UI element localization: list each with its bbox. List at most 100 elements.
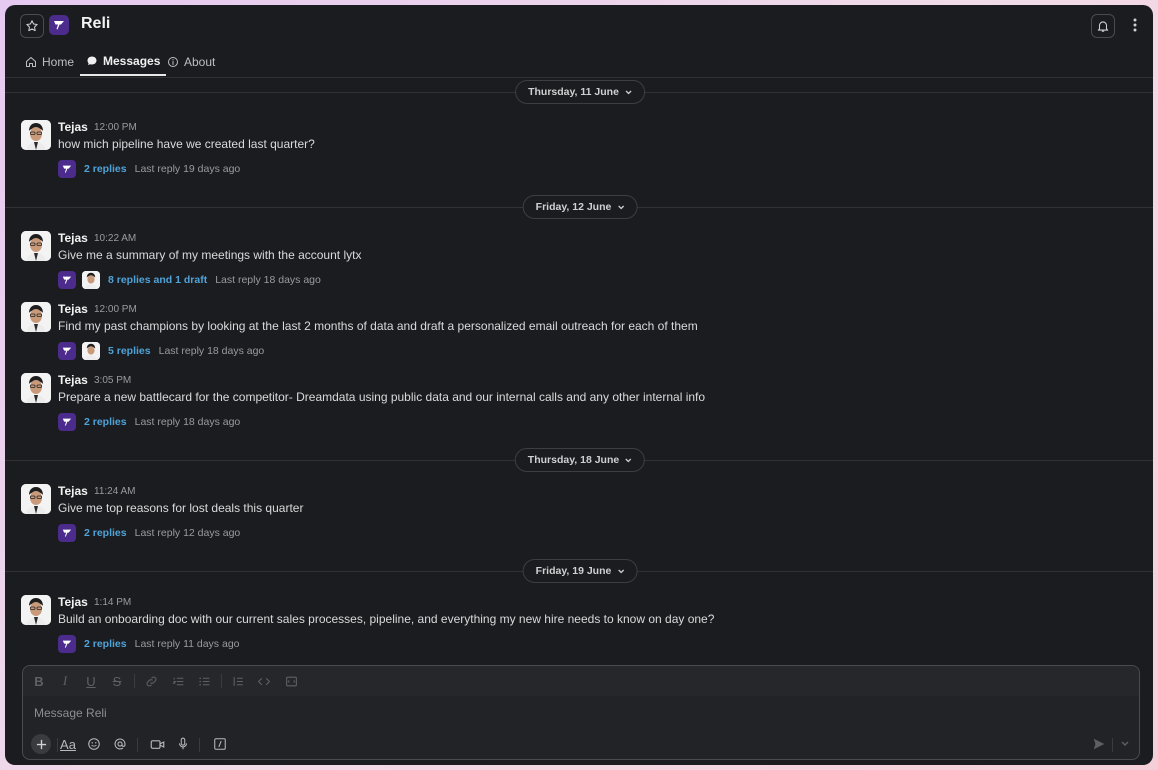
ordered-list-icon[interactable] (170, 673, 186, 689)
avatar[interactable] (21, 595, 51, 625)
message-composer[interactable]: B I U S Message Reli Aa (22, 665, 1140, 760)
message-time: 12:00 PM (94, 122, 137, 133)
reli-logo-icon (49, 15, 69, 35)
message-time: 10:22 AM (94, 233, 137, 244)
link-icon[interactable] (143, 673, 159, 689)
replies-link[interactable]: 2 replies (84, 638, 127, 650)
date-label: Thursday, 11 June (528, 86, 619, 98)
reli-avatar-icon (58, 635, 76, 653)
date-label: Friday, 12 June (535, 201, 612, 213)
date-divider: Friday, 19 June (5, 559, 1153, 583)
bulleted-list-icon[interactable] (196, 673, 212, 689)
underline-icon[interactable]: U (83, 673, 99, 689)
message-text: Build an onboarding doc with our current… (58, 612, 715, 626)
thread-summary[interactable]: 2 replies Last reply 12 days ago (58, 523, 240, 543)
thread-summary[interactable]: 8 replies and 1 draft Last reply 18 days… (58, 270, 321, 290)
avatar[interactable] (21, 302, 51, 332)
thread-summary[interactable]: 2 replies Last reply 19 days ago (58, 159, 240, 179)
author-name[interactable]: Tejas (58, 373, 88, 387)
message-text: how mich pipeline have we created last q… (58, 137, 315, 151)
tab-label: Messages (103, 53, 161, 68)
send-icon[interactable] (1089, 734, 1109, 754)
message-icon (87, 56, 97, 65)
app-window: Reli Home Messages About Thursday, 11 Ju… (5, 5, 1153, 765)
avatar[interactable] (21, 120, 51, 150)
message-item[interactable]: Tejas 10:22 AM Give me a summary of my m… (21, 231, 1141, 293)
thread-summary[interactable]: 2 replies Last reply 11 days ago (58, 634, 240, 654)
date-pill[interactable]: Thursday, 11 June (515, 80, 645, 104)
bold-icon[interactable]: B (31, 673, 47, 689)
message-text: Give me a summary of my meetings with th… (58, 248, 362, 262)
author-name[interactable]: Tejas (58, 231, 88, 245)
reli-avatar-icon (58, 524, 76, 542)
code-block-icon[interactable] (283, 673, 299, 689)
slash-command-icon[interactable] (210, 734, 230, 754)
home-icon (26, 56, 36, 67)
microphone-icon[interactable] (173, 734, 193, 754)
last-reply: Last reply 11 days ago (134, 638, 240, 650)
message-time: 12:00 PM (94, 304, 137, 315)
date-divider: Thursday, 11 June (5, 80, 1153, 104)
avatar[interactable] (21, 484, 51, 514)
reli-avatar-icon (58, 342, 76, 360)
thread-summary[interactable]: 2 replies Last reply 18 days ago (58, 412, 240, 432)
text-format-icon[interactable]: Aa (58, 734, 78, 754)
author-name[interactable]: Tejas (58, 302, 88, 316)
chevron-down-icon (625, 90, 632, 94)
code-icon[interactable] (256, 673, 272, 689)
avatar[interactable] (21, 373, 51, 403)
mention-icon[interactable] (110, 734, 130, 754)
chevron-down-icon (617, 205, 624, 209)
message-input[interactable]: Message Reli (34, 706, 107, 720)
emoji-icon[interactable] (84, 734, 104, 754)
composer-tools: Aa (23, 734, 1139, 758)
message-item[interactable]: Tejas 12:00 PM Find my past champions by… (21, 302, 1141, 364)
author-name[interactable]: Tejas (58, 595, 88, 609)
plus-icon[interactable] (31, 734, 51, 754)
blockquote-icon[interactable] (230, 673, 246, 689)
reli-avatar-icon (58, 271, 76, 289)
reli-avatar-icon (58, 160, 76, 178)
date-pill[interactable]: Friday, 12 June (522, 195, 638, 219)
message-item[interactable]: Tejas 1:14 PM Build an onboarding doc wi… (21, 595, 1141, 657)
tab-label: About (184, 54, 216, 69)
replies-link[interactable]: 2 replies (84, 163, 127, 175)
star-button[interactable] (20, 14, 44, 38)
message-time: 3:05 PM (94, 375, 132, 386)
replies-link[interactable]: 8 replies and 1 draft (108, 274, 207, 286)
info-icon (168, 56, 178, 67)
avatar[interactable] (21, 231, 51, 261)
chevron-down-icon (625, 458, 632, 462)
message-item[interactable]: Tejas 12:00 PM how mich pipeline have we… (21, 120, 1141, 182)
thread-summary[interactable]: 5 replies Last reply 18 days ago (58, 341, 264, 361)
date-divider: Friday, 12 June (5, 195, 1153, 219)
replies-link[interactable]: 2 replies (84, 416, 127, 428)
message-list: Thursday, 11 June Tejas 12:00 PM how mic… (5, 77, 1153, 662)
message-item[interactable]: Tejas 3:05 PM Prepare a new battlecard f… (21, 373, 1141, 435)
last-reply: Last reply 18 days ago (215, 274, 321, 286)
author-name[interactable]: Tejas (58, 120, 88, 134)
tab-home[interactable]: Home (25, 47, 74, 76)
tab-label: Home (42, 54, 75, 69)
send-options-chevron-icon[interactable] (1115, 734, 1135, 754)
date-pill[interactable]: Friday, 19 June (522, 559, 638, 583)
italic-icon[interactable]: I (57, 673, 73, 689)
video-icon[interactable] (147, 734, 167, 754)
app-title: Reli (81, 15, 111, 32)
notifications-button[interactable] (1091, 14, 1115, 38)
replies-link[interactable]: 2 replies (84, 527, 127, 539)
date-pill[interactable]: Thursday, 18 June (514, 448, 646, 472)
last-reply: Last reply 12 days ago (134, 527, 241, 539)
last-reply: Last reply 18 days ago (134, 416, 241, 428)
tab-about[interactable]: About (167, 47, 215, 76)
replies-link[interactable]: 5 replies (108, 345, 151, 357)
tab-messages[interactable]: Messages (80, 47, 167, 76)
message-item[interactable]: Tejas 11:24 AM Give me top reasons for l… (21, 484, 1141, 546)
strikethrough-icon[interactable]: S (109, 673, 125, 689)
tab-bar: Home Messages About (5, 47, 1153, 78)
author-name[interactable]: Tejas (58, 484, 88, 498)
date-divider: Thursday, 18 June (5, 448, 1153, 472)
message-text: Find my past champions by looking at the… (58, 319, 698, 333)
message-text: Prepare a new battlecard for the competi… (58, 390, 706, 404)
more-options-button[interactable] (1127, 15, 1143, 35)
